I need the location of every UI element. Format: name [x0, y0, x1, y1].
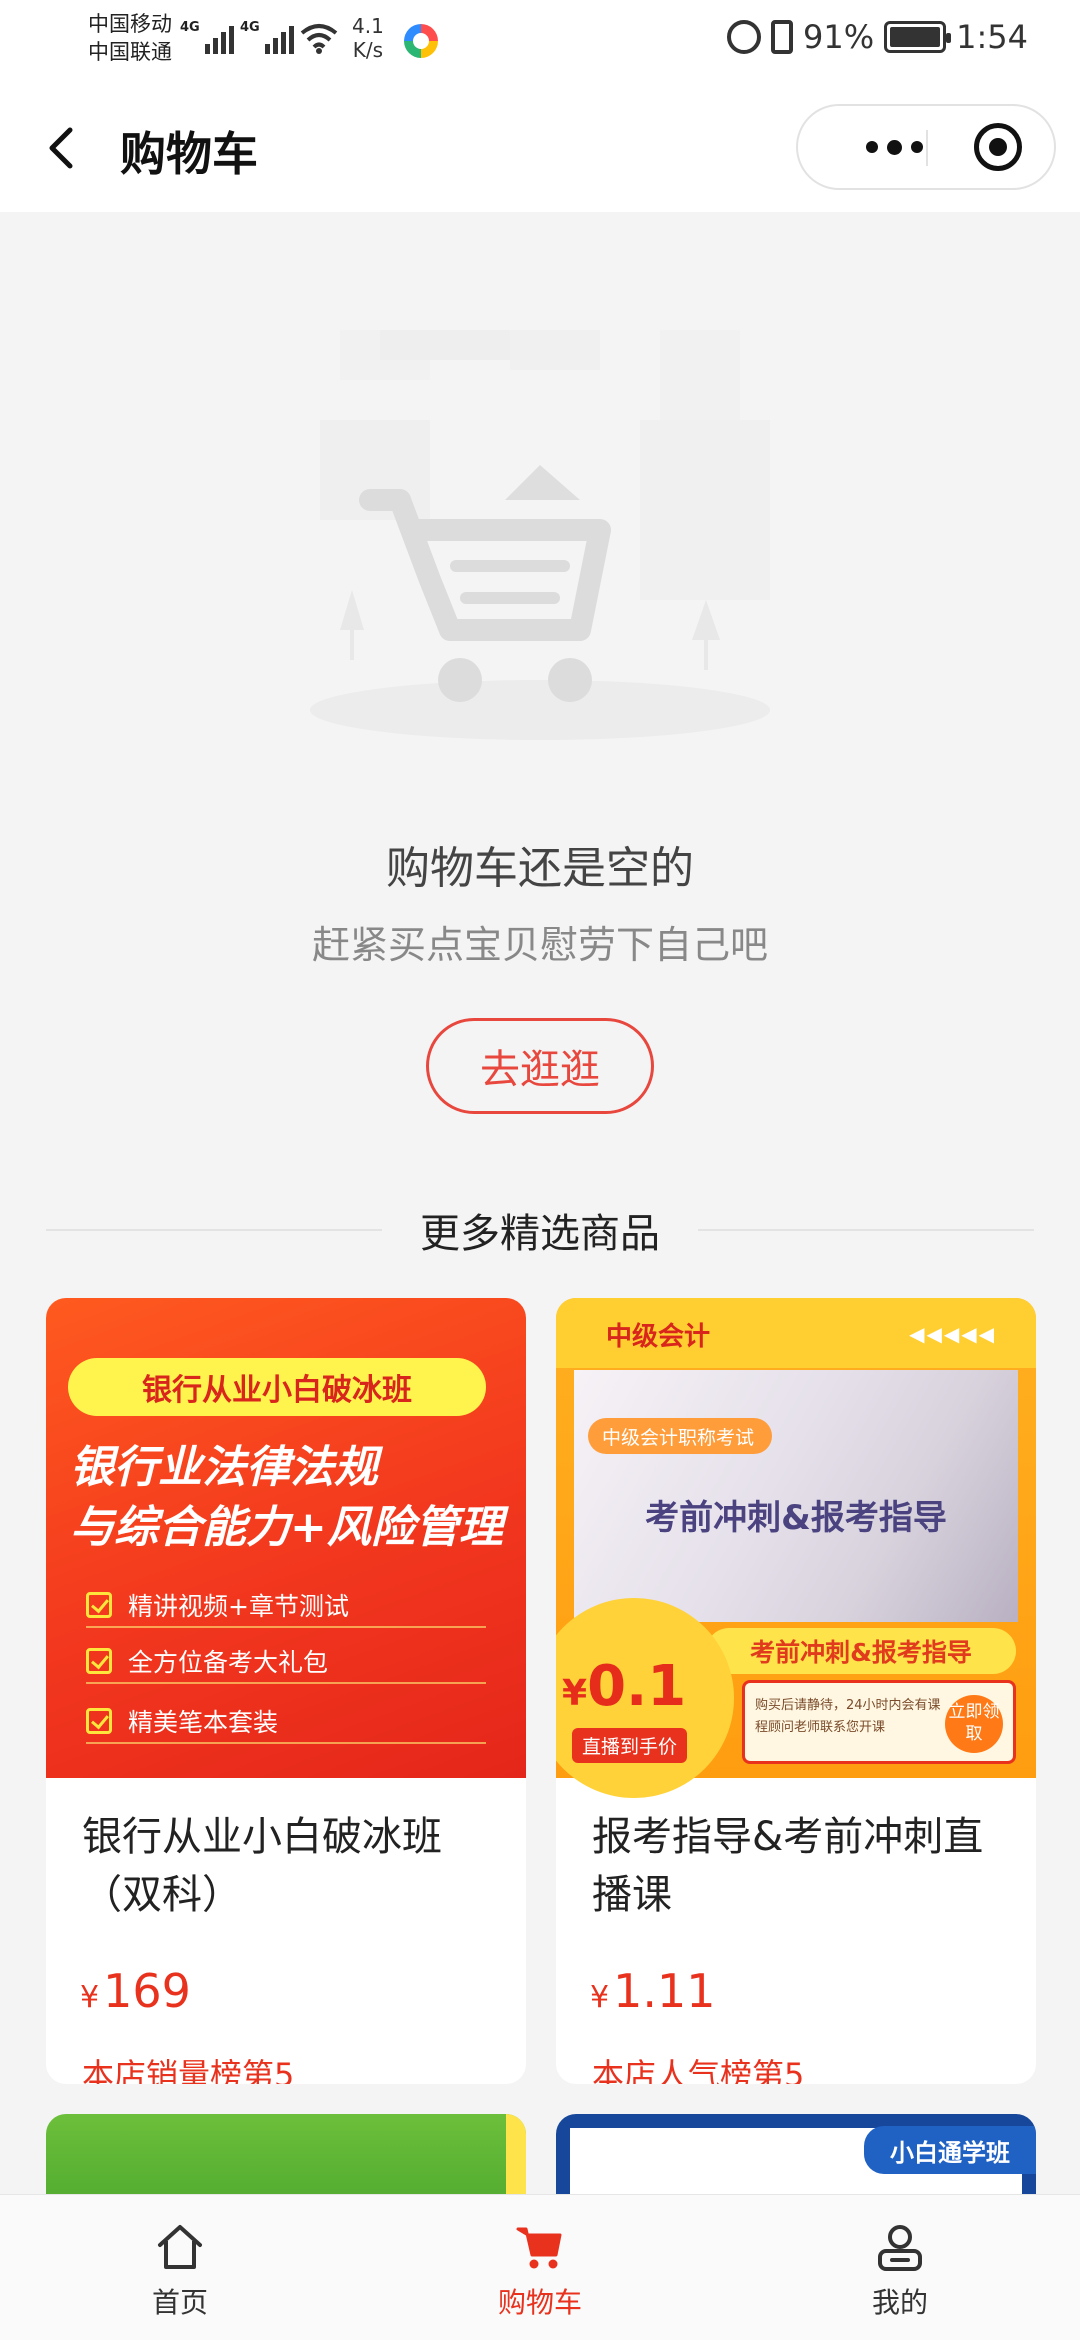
product-rank: 本店人气榜第5: [592, 2056, 805, 2084]
product-badge: 小白通学班: [864, 2126, 1036, 2174]
image-arrows-decoration: ◀◀◀◀◀: [909, 1322, 996, 1346]
net-type-1: 4G: [180, 20, 200, 35]
product-image[interactable]: 中级会计 ◀◀◀◀◀ 中级会计职称考试 考前冲刺&报考指导 考前冲刺&报考指导 …: [556, 1298, 1036, 1798]
vibrate-icon: [771, 20, 794, 54]
divider-left: [46, 1229, 382, 1231]
image-coupon-text: 购买后请静待，24小时内会有课程顾问老师联系您开课: [755, 1698, 941, 1735]
tab-label: 购物车: [497, 2286, 582, 2319]
image-bullet: 精讲视频+章节测试: [86, 1584, 486, 1628]
image-headline-line2: 与综合能力+风险管理: [70, 1502, 503, 1553]
checkbox-icon: [86, 1592, 112, 1618]
capsule-divider: [926, 130, 928, 166]
network-speed-value: 4.1: [352, 14, 384, 38]
product-image[interactable]: 银行从业小白破冰班 银行业法律法规 与综合能力+风险管理 精讲视频+章节测试 全…: [46, 1298, 526, 1778]
image-bullet-text: 精讲视频+章节测试: [128, 1592, 349, 1621]
back-icon[interactable]: [36, 120, 92, 176]
section-title: 更多精选商品: [420, 1211, 660, 1257]
empty-cart-title: 购物车还是空的: [386, 843, 694, 894]
net-type-2: 4G: [240, 20, 260, 35]
product-price: ¥1.11: [590, 1964, 716, 2018]
image-bullet: 精美笔本套装: [86, 1700, 486, 1744]
image-bullet-text: 全方位备考大礼包: [128, 1648, 329, 1677]
alarm-icon: [727, 20, 762, 54]
battery-percent: 91%: [803, 18, 875, 56]
tab-mine[interactable]: 我的: [800, 2195, 1000, 2340]
cart-icon: [516, 2227, 562, 2269]
image-ribbon: 考前冲刺&报考指导: [706, 1628, 1016, 1674]
tab-label: 我的: [871, 2286, 928, 2319]
image-headline-line1: 银行业法律法规: [70, 1442, 378, 1493]
user-icon: [878, 2225, 922, 2271]
price-value: 169: [103, 1964, 191, 2018]
empty-cart-illustration: [310, 330, 770, 740]
image-price: ¥0.1: [562, 1654, 686, 1719]
currency-symbol: ¥: [590, 1980, 610, 2015]
more-options-icon[interactable]: [834, 106, 954, 188]
tab-label: 首页: [151, 2286, 208, 2319]
signal-2-icon: 4G: [240, 20, 294, 54]
image-price-label: 直播到手价: [572, 1728, 688, 1763]
signal-1-icon: 4G: [180, 20, 234, 54]
page-title: 购物车: [120, 127, 258, 181]
currency-symbol: ¥: [80, 1980, 100, 2015]
recommended-section-header: 更多精选商品: [46, 1196, 1034, 1264]
divider-right: [698, 1229, 1034, 1231]
image-bullet-text: 精美笔本套装: [128, 1708, 279, 1737]
tab-cart[interactable]: 购物车: [440, 2195, 640, 2340]
network-speed-unit: K/s: [352, 38, 384, 62]
battery-icon: [884, 21, 952, 53]
image-coupon: 购买后请静待，24小时内会有课程顾问老师联系您开课 立即领取: [742, 1680, 1016, 1764]
checkbox-icon: [86, 1708, 112, 1734]
product-name[interactable]: 银行从业小白破冰班（双科）: [82, 1808, 502, 1924]
image-exam-tag: 中级会计职称考试: [588, 1418, 773, 1454]
tab-home[interactable]: 首页: [80, 2195, 280, 2340]
clock: 1:54: [956, 18, 1028, 56]
tab-bar: 首页 购物车 我的: [0, 2194, 1080, 2340]
product-name[interactable]: 报考指导&考前冲刺直播课: [592, 1808, 1012, 1924]
empty-cart-subtitle: 赶紧买点宝贝慰劳下自己吧: [311, 923, 768, 967]
image-price-value: 0.1: [587, 1654, 687, 1719]
miniprogram-capsule: [796, 104, 1056, 190]
image-bullet: 全方位备考大礼包: [86, 1640, 486, 1684]
image-coupon-button: 立即领取: [945, 1695, 1003, 1753]
image-category-tag: 中级会计: [606, 1322, 711, 1352]
price-value: 1.11: [613, 1964, 716, 2018]
product-rank: 本店销量榜第5: [82, 2056, 295, 2084]
image-headline: 考前冲刺&报考指导: [645, 1498, 947, 1538]
close-miniprogram-icon[interactable]: [948, 106, 1048, 188]
wifi-icon: [300, 24, 338, 54]
status-bar: 中国移动 中国联通 4G 4G 4.1 K/s 91% 1:54: [0, 0, 1080, 84]
go-shopping-button[interactable]: 去逛逛: [426, 1018, 654, 1114]
carrier-1: 中国移动: [88, 12, 172, 36]
nav-bar: 购物车: [0, 84, 1080, 212]
app-notification-icon: [404, 24, 438, 58]
home-icon: [158, 2225, 202, 2269]
checkbox-icon: [86, 1648, 112, 1674]
image-price-symbol: ¥: [562, 1673, 588, 1714]
image-headline: 银行业法律法规 与综合能力+风险管理: [70, 1438, 510, 1558]
carrier-info: 中国移动 中国联通: [88, 10, 172, 66]
product-card[interactable]: 银行从业小白破冰班 银行业法律法规 与综合能力+风险管理 精讲视频+章节测试 全…: [46, 1298, 526, 2084]
product-card[interactable]: 中级会计 ◀◀◀◀◀ 中级会计职称考试 考前冲刺&报考指导 考前冲刺&报考指导 …: [556, 1298, 1036, 2084]
product-price: ¥169: [80, 1964, 191, 2018]
network-speed: 4.1 K/s: [352, 14, 384, 62]
carrier-2: 中国联通: [88, 40, 172, 64]
image-course-pill: 银行从业小白破冰班: [68, 1358, 486, 1416]
system-indicators: 91% 1:54: [727, 18, 1028, 56]
